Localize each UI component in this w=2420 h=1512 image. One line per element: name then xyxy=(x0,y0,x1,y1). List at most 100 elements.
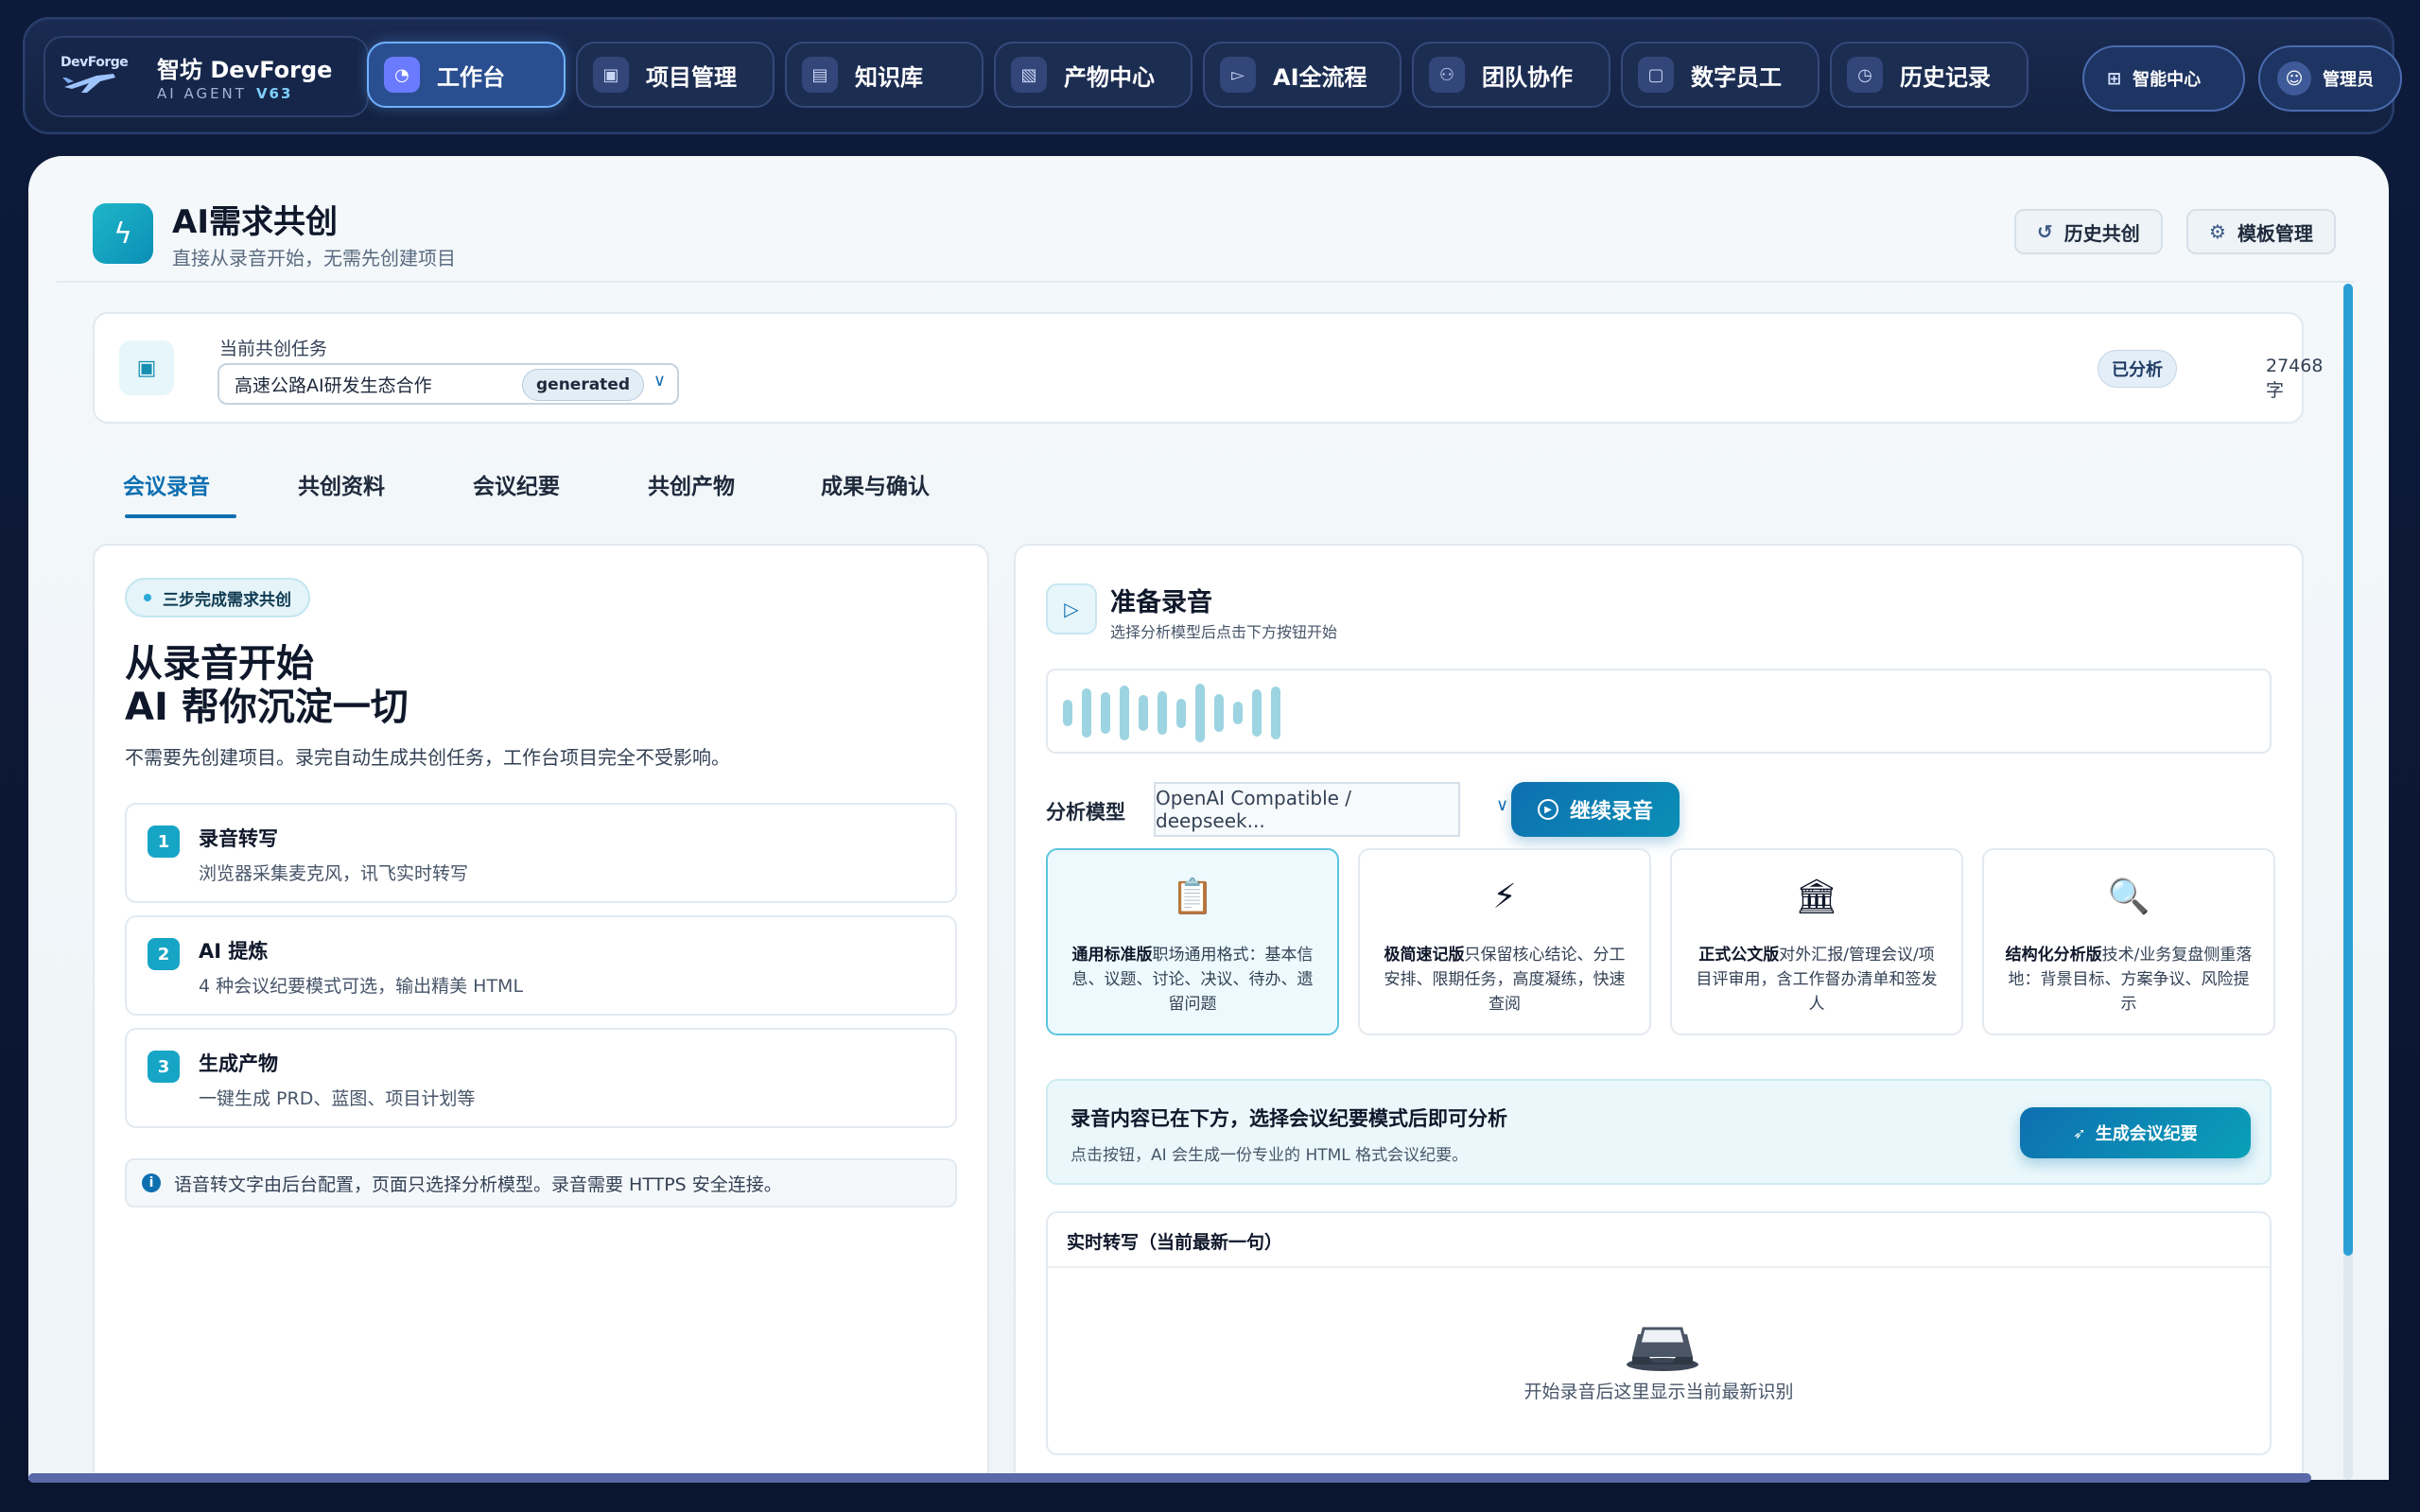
continue-recording-button[interactable]: ▶ 继续录音 xyxy=(1511,782,1680,837)
brand-subtitle: AI AGENT V63 xyxy=(157,85,292,102)
tab-meeting-recording[interactable]: 会议录音 xyxy=(123,468,210,500)
mode-card-formal[interactable]: 🏛 正式公文版对外汇报/管理会议/项目评审用，含工作督办清单和签发人 xyxy=(1670,848,1963,1035)
continue-recording-label: 继续录音 xyxy=(1569,800,1653,824)
char-count: 27468 字 xyxy=(2266,356,2324,401)
mode-title: 通用标准版 xyxy=(1071,946,1153,965)
nav-item-history[interactable]: ◷ 历史记录 xyxy=(1830,42,2028,108)
mode-text: 极简速记版只保留核心结论、分工安排、限期任务，高度凝练，快速查阅 xyxy=(1381,943,1628,1017)
robot-icon: ▢ xyxy=(1638,57,1674,93)
nav-item-digital-staff[interactable]: ▢ 数字员工 xyxy=(1621,42,1819,108)
nav-item-label: 工作台 xyxy=(437,63,505,91)
user-avatar-icon: ☺ xyxy=(2277,61,2311,96)
task-board-icon: ▣ xyxy=(119,340,174,395)
terminal-icon: ▻ xyxy=(1220,57,1256,93)
mode-card-brief[interactable]: ⚡ 极简速记版只保留核心结论、分工安排、限期任务，高度凝练，快速查阅 xyxy=(1358,848,1651,1035)
step-description: 一键生成 PRD、蓝图、项目计划等 xyxy=(199,1088,476,1109)
mode-text: 正式公文版对外汇报/管理会议/项目评审用，含工作督办清单和签发人 xyxy=(1693,943,1941,1017)
info-note-text: 语音转文字由后台配置，页面只选择分析模型。录音需要 HTTPS 安全连接。 xyxy=(174,1173,782,1195)
scrollbar-thumb[interactable] xyxy=(2343,284,2353,1256)
play-circle-icon: ▷ xyxy=(1046,583,1097,634)
chevron-down-icon[interactable]: ∨ xyxy=(1496,795,1508,815)
waveform-bar xyxy=(1233,701,1243,725)
waveform-bar xyxy=(1214,693,1224,733)
airplane-logo-icon xyxy=(62,74,115,93)
waveform-bar xyxy=(1271,686,1280,739)
tab-meeting-minutes[interactable]: 会议纪要 xyxy=(473,468,560,500)
nav-item-ai-flow[interactable]: ▻ AI全流程 xyxy=(1203,42,1402,108)
step-number: 3 xyxy=(148,1051,180,1083)
waveform-bar xyxy=(1252,689,1262,737)
step-description: 浏览器采集麦克风，讯飞实时转写 xyxy=(199,863,469,884)
admin-button[interactable]: ☺ 管理员 xyxy=(2258,45,2402,112)
waveform-bar xyxy=(1082,687,1091,739)
tab-results-confirm[interactable]: 成果与确认 xyxy=(821,468,930,500)
page-subtitle: 直接从录音开始，无需先创建项目 xyxy=(172,247,456,269)
lightning-icon: ϟ xyxy=(93,203,153,264)
page-title: AI需求共创 xyxy=(172,203,338,241)
template-manage-button[interactable]: ⚙ 模板管理 xyxy=(2186,209,2336,254)
waveform-bar xyxy=(1101,692,1110,734)
page-header: ϟ AI需求共创 直接从录音开始，无需先创建项目 ↺ 历史共创 ⚙ 模板管理 xyxy=(57,184,2355,283)
generate-minutes-button[interactable]: ➶ 生成会议纪要 xyxy=(2020,1107,2251,1158)
main-panel: ϟ AI需求共创 直接从录音开始，无需先创建项目 ↺ 历史共创 ⚙ 模板管理 ▣… xyxy=(28,156,2389,1480)
mode-title: 正式公文版 xyxy=(1698,946,1780,965)
brand-block[interactable]: DevForge 智坊 DevForge AI AGENT V63 xyxy=(44,36,369,117)
steps-chip-label: 三步完成需求共创 xyxy=(163,590,291,610)
grid-icon: ⊞ xyxy=(2107,68,2122,89)
brand-version: V63 xyxy=(255,85,293,102)
inbox-tray-icon xyxy=(1627,1327,1698,1371)
rocket-icon: ➶ xyxy=(2073,1123,2086,1142)
book-icon: ▤ xyxy=(802,57,838,93)
notice-title: 录音内容已在下方，选择会议纪要模式后即可分析 xyxy=(1071,1107,1507,1130)
model-select[interactable]: OpenAI Compatible / deepseek... xyxy=(1154,782,1460,837)
steps-chip: 三步完成需求共创 xyxy=(125,578,310,617)
horizontal-scrollbar[interactable] xyxy=(28,1473,2311,1483)
smart-center-button[interactable]: ⊞ 智能中心 xyxy=(2082,45,2245,112)
step-number: 2 xyxy=(148,938,180,970)
tab-cocreate-artifacts[interactable]: 共创产物 xyxy=(648,468,735,500)
nav-item-projects[interactable]: ▣ 项目管理 xyxy=(576,42,775,108)
brand-logo: DevForge xyxy=(59,55,129,100)
analysis-notice: 录音内容已在下方，选择会议纪要模式后即可分析 点击按钮，AI 会生成一份专业的 … xyxy=(1046,1079,2272,1185)
task-status-badge: generated xyxy=(522,369,645,401)
nav-item-workbench[interactable]: ◔ 工作台 xyxy=(367,42,566,108)
mode-text: 结构化分析版技术/业务复盘侧重落地：背景目标、方案争议、风险提示 xyxy=(2005,943,2253,1017)
nav-item-label: 项目管理 xyxy=(646,63,737,91)
mode-text: 通用标准版职场通用格式：基本信息、议题、讨论、决议、待办、遗留问题 xyxy=(1069,943,1316,1017)
history-cocreate-button[interactable]: ↺ 历史共创 xyxy=(2014,209,2163,254)
waveform-bar xyxy=(1176,698,1186,728)
recording-card: ▷ 准备录音 选择分析模型后点击下方按钮开始 分析模型 OpenAI Compa… xyxy=(1014,544,2304,1480)
step-card: 1 录音转写 浏览器采集麦克风，讯飞实时转写 xyxy=(125,803,957,903)
brand-title: 智坊 DevForge xyxy=(157,57,333,83)
recording-title: 准备录音 xyxy=(1110,588,1212,617)
tab-cocreate-materials[interactable]: 共创资料 xyxy=(298,468,385,500)
model-select-value: OpenAI Compatible / deepseek... xyxy=(1156,787,1352,832)
mode-title: 结构化分析版 xyxy=(2005,946,2102,965)
nav-item-team[interactable]: ⚇ 团队协作 xyxy=(1412,42,1610,108)
nav-item-label: 数字员工 xyxy=(1691,63,1782,91)
nav-item-label: 产物中心 xyxy=(1064,63,1155,91)
nav-item-knowledge[interactable]: ▤ 知识库 xyxy=(785,42,984,108)
mode-card-structured[interactable]: 🔍 结构化分析版技术/业务复盘侧重落地：背景目标、方案争议、风险提示 xyxy=(1982,848,2275,1035)
history-cocreate-label: 历史共创 xyxy=(2063,221,2140,245)
waveform-bar xyxy=(1120,685,1129,741)
info-icon: i xyxy=(142,1173,161,1192)
project-icon: ▣ xyxy=(593,57,629,93)
step-description: 4 种会议纪要模式可选，输出精美 HTML xyxy=(199,976,524,997)
mode-card-standard[interactable]: 📋 通用标准版职场通用格式：基本信息、议题、讨论、决议、待办、遗留问题 xyxy=(1046,848,1339,1035)
step-title: 录音转写 xyxy=(199,827,278,850)
nav-item-label: 知识库 xyxy=(855,63,923,91)
top-nav-bar: DevForge 智坊 DevForge AI AGENT V63 ◔ 工作台 ▣… xyxy=(23,17,2402,134)
clipboard-icon: 📋 xyxy=(1171,878,1214,916)
clock-icon: ◷ xyxy=(1847,57,1883,93)
model-label: 分析模型 xyxy=(1046,801,1125,824)
task-label: 当前共创任务 xyxy=(219,339,328,359)
task-select[interactable]: 高速公路AI研发生态合作 generated ∨ xyxy=(218,363,679,405)
history-icon: ↺ xyxy=(2037,220,2053,243)
notice-subtitle: 点击按钮，AI 会生成一份专业的 HTML 格式会议纪要。 xyxy=(1071,1146,1469,1165)
institution-icon: 🏛 xyxy=(1795,878,1838,916)
nav-item-artifacts[interactable]: ▧ 产物中心 xyxy=(994,42,1193,108)
chip-dot xyxy=(144,594,151,601)
dashboard-icon: ◔ xyxy=(384,57,420,93)
mode-title: 极简速记版 xyxy=(1384,946,1465,965)
